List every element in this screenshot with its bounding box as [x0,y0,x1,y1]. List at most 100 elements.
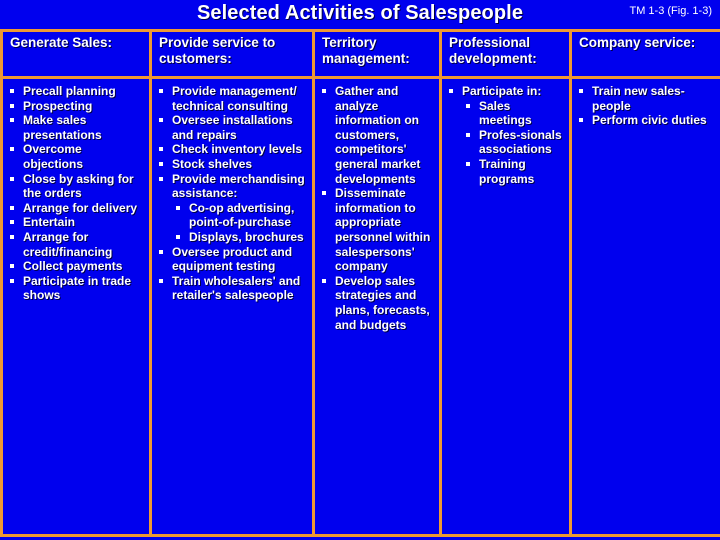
activity-item: Provide merchandising assistance: Co-op a… [156,172,308,245]
activity-item-label: Participate in trade shows [23,273,132,303]
activity-item-label: Develop sales strategies and plans, fore… [335,273,430,332]
activity-subitem: Co-op advertising, point-of-purchase [172,201,308,230]
bullet-square-icon [579,89,583,93]
activity-item-label: Arrange for delivery [23,200,138,215]
activity-item: Oversee product and equipment testing [156,245,308,274]
activity-item-label: Make sales presentations [23,113,102,142]
table-body-cell-territory-management: Gather and analyze information on custom… [312,76,442,537]
activity-item: Entertain [7,215,145,230]
activity-item-label: Sales meetings [479,98,532,128]
activity-subitem: Displays, brochures [172,230,308,245]
activity-item: Provide management/ technical consulting [156,84,308,113]
bullet-square-icon [322,191,326,196]
title-band: Selected Activities of Salespeople TM 1-… [0,0,720,30]
bullet-square-icon [466,132,470,137]
activity-item-label: Displays, brochures [189,229,304,244]
bullet-square-icon [10,220,14,225]
activity-item: Prospecting [7,99,145,114]
table-body-cell-professional-development: Participate in: Sales meetings Profes-sion… [439,76,572,537]
activity-item-label: Profes-sionals associations [479,127,562,157]
activity-subitem: Sales meetings [462,99,565,128]
bullet-square-icon [10,147,14,152]
activity-item-label: Participate in: [462,84,542,98]
activity-item-label: Disseminate information to appropriate p… [335,186,431,274]
bullet-square-icon [449,89,453,93]
table-header-cell-professional-development: Professional development: [439,29,572,79]
activity-list: Gather and analyze information on custom… [319,84,435,332]
activity-item-label: Gather and analyze information on custom… [335,84,421,186]
bullet-square-icon [159,161,163,166]
bullet-square-icon [10,89,14,93]
table-header-cell-generate-sales: Generate Sales: [0,29,152,79]
activity-list: Provide management/ technical consulting… [156,84,308,303]
activity-item-label: Arrange for credit/financing [23,229,113,259]
table-body-cell-provide-service: Provide management/ technical consulting… [149,76,315,537]
activity-item-label: Overcome objections [23,142,84,171]
bullet-square-icon [159,278,163,283]
activity-item: Check inventory levels [156,142,308,157]
bullet-square-icon [466,103,470,108]
activity-list: Train new sales-people Perform civic duti… [576,84,716,128]
bullet-square-icon [176,234,180,239]
bullet-square-icon [10,264,14,269]
activity-item-label: Oversee installations and repairs [172,113,293,142]
activity-item-label: Stock shelves [172,156,253,171]
activity-item-label: Prospecting [23,98,93,113]
activity-item: Precall planning [7,84,145,99]
activity-list: Participate in: Sales meetings Profes-sion… [446,84,565,186]
column-header-label: Provide service to customers: [159,35,276,66]
bullet-square-icon [176,205,180,210]
table-header-cell-company-service: Company service: [569,29,720,79]
table-body-row: Precall planning Prospecting Make sales pr… [0,76,720,537]
page-title: Selected Activities of Salespeople [196,2,524,24]
activity-item: Develop sales strategies and plans, fore… [319,274,435,332]
activity-item-label: Collect payments [23,259,123,274]
activity-item-label: Close by asking for the orders [23,171,134,201]
table-header-cell-provide-service: Provide service to customers: [149,29,315,79]
bullet-square-icon [466,161,470,166]
activity-item-label: Train new sales-people [592,84,685,113]
bullet-square-icon [159,89,163,93]
activity-item: Close by asking for the orders [7,172,145,201]
bullet-square-icon [10,205,14,210]
activity-sublist: Sales meetings Profes-sionals association… [462,99,565,187]
activity-item: Stock shelves [156,157,308,172]
activity-item: Arrange for delivery [7,201,145,216]
bullet-square-icon [579,118,583,123]
activity-item: Gather and analyze information on custom… [319,84,435,186]
activity-subitem: Training programs [462,157,565,186]
column-header-label: Generate Sales: [10,35,113,50]
bullet-square-icon [322,278,326,283]
column-header-label: Territory management: [322,35,410,66]
activity-item-label: Provide management/ technical consulting [172,84,297,113]
activity-item-label: Check inventory levels [172,142,303,157]
activity-item-label: Training programs [479,156,535,186]
bullet-square-icon [159,147,163,152]
activity-item: Make sales presentations [7,113,145,142]
activity-item-label: Oversee product and equipment testing [172,244,293,274]
transparency-reference-label: TM 1-3 (Fig. 1-3) [629,5,712,17]
bullet-square-icon [10,118,14,123]
bullet-square-icon [10,103,14,108]
bullet-square-icon [322,89,326,93]
table-header-cell-territory-management: Territory management: [312,29,442,79]
bullet-square-icon [10,234,14,239]
bullet-square-icon [10,176,14,181]
table-header-row: Generate Sales: Provide service to custo… [0,29,720,79]
activity-item: Train wholesalers' and retailer's salesp… [156,274,308,303]
activity-item-label: Precall planning [23,84,116,98]
table-body-cell-company-service: Train new sales-people Perform civic duti… [569,76,720,537]
column-header-label: Professional development: [449,35,537,66]
activity-item: Train new sales-people [576,84,716,113]
activity-item: Disseminate information to appropriate p… [319,186,435,274]
activities-table: Generate Sales: Provide service to custo… [0,29,720,537]
activity-item-label: Co-op advertising, point-of-purchase [189,200,295,230]
activity-item-label: Train wholesalers' and retailer's salesp… [172,273,301,303]
activity-sublist: Co-op advertising, point-of-purchase Disp… [172,201,308,245]
activity-item: Perform civic duties [576,113,716,128]
activity-item-label: Perform civic duties [592,113,707,128]
column-header-label: Company service: [579,35,696,50]
activity-item-label: Entertain [23,215,76,230]
activity-subitem: Profes-sionals associations [462,128,565,157]
activity-item: Collect payments [7,259,145,274]
